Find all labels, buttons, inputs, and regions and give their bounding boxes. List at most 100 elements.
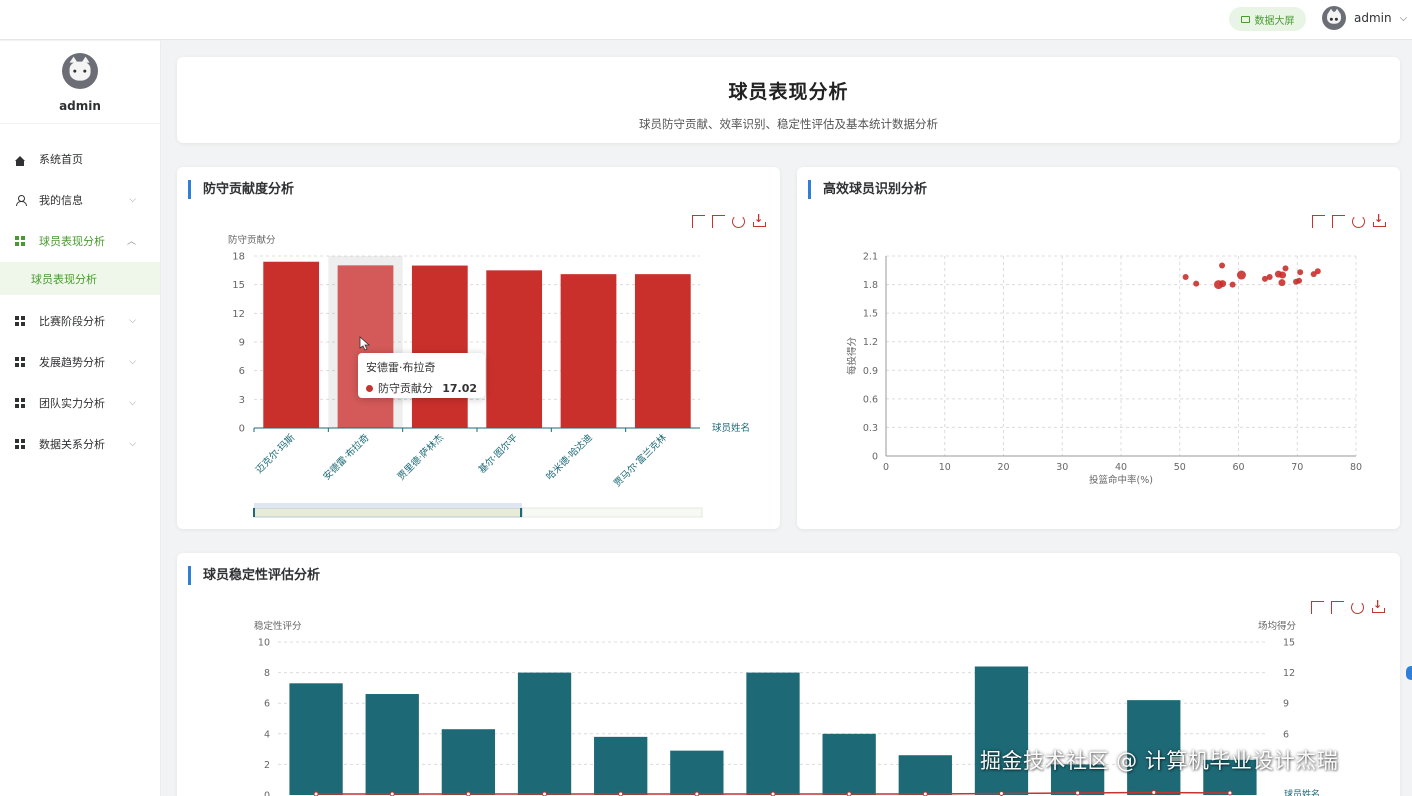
y-axis-label: 防守贡献分	[228, 234, 276, 246]
scatter-point	[1193, 280, 1200, 287]
y-tick-label: 0.3	[863, 423, 878, 434]
y-tick-label: 6	[264, 699, 270, 710]
line-point	[1227, 790, 1233, 796]
scatter-point	[1219, 262, 1226, 269]
watermark: 掘金技术社区 @ 计算机毕业设计杰瑞	[980, 749, 1339, 773]
x-tick-label: 贾马尔·富兰克林	[611, 431, 669, 489]
x-axis-label: 投篮命中率(%)	[1089, 474, 1153, 486]
scatter-point	[1278, 279, 1286, 287]
bar	[411, 265, 468, 428]
charts-layer: 0369121518防守贡献分迈克尔·玛斯 安德雷·布拉奇 贾里德·萨林杰 基尔·图尔…	[228, 234, 1362, 796]
scatter-point	[1229, 281, 1236, 288]
y-tick-label: 1.8	[863, 280, 878, 291]
y-tick-label: 0	[239, 424, 245, 435]
line-point	[1075, 790, 1081, 796]
y-tick-label: 0.9	[863, 366, 878, 377]
scatter-point	[1219, 280, 1227, 288]
line-point	[998, 790, 1004, 796]
datazoom-left-handle	[253, 508, 255, 517]
x-tick-label: 安德雷·布拉奇	[321, 431, 372, 482]
y-tick-label: 9	[239, 338, 245, 349]
bar	[441, 729, 496, 795]
datazoom-window	[253, 507, 523, 518]
line-point	[618, 791, 624, 796]
datazoom-right-handle	[520, 508, 522, 517]
scatter-point	[1282, 265, 1289, 272]
y-right-tick-label: 12	[1283, 668, 1295, 679]
y-tick-label: 0.6	[863, 394, 878, 405]
y-tick-label: 0	[872, 452, 878, 463]
x-tick-label: 基尔·图尔平	[476, 431, 521, 476]
tooltip-series: 防守贡献分	[378, 382, 433, 395]
x-tick-label: 20	[997, 462, 1009, 473]
line-point	[389, 791, 395, 796]
x-tick-label: 30	[1056, 462, 1068, 473]
bar	[560, 274, 617, 428]
bar	[289, 683, 343, 795]
line-point	[846, 791, 852, 796]
bar	[263, 261, 320, 428]
scatter-point	[1266, 273, 1273, 280]
line-point	[465, 791, 471, 796]
line-point	[694, 791, 700, 796]
line-point	[922, 791, 928, 796]
bar	[365, 694, 419, 795]
y-axis-label: 每投得分	[846, 337, 858, 376]
x-axis-label: 球员姓名	[1284, 788, 1320, 796]
line-point	[1151, 789, 1157, 795]
scatter-point	[1236, 270, 1246, 280]
y-tick-label: 15	[232, 280, 245, 291]
bar	[517, 672, 572, 795]
chart-tooltip: 安德雷·布拉奇 防守贡献分 17.02	[358, 353, 485, 398]
tooltip-title: 安德雷·布拉奇	[366, 361, 436, 374]
tooltip-value: 17.02	[442, 381, 477, 395]
y-right-tick-label: 9	[1283, 699, 1289, 710]
y-tick-label: 12	[232, 309, 245, 320]
bar	[974, 666, 1029, 795]
bar	[486, 270, 543, 428]
x-axis-label: 球员姓名	[712, 422, 750, 434]
y-tick-label: 6	[239, 366, 245, 377]
x-tick-label: 40	[1115, 462, 1127, 473]
y-tick-label: 0	[264, 791, 270, 796]
x-tick-label: 80	[1350, 462, 1362, 473]
bar	[670, 750, 724, 795]
y-tick-label: 2	[264, 760, 270, 771]
bar	[634, 274, 691, 428]
y-right-tick-label: 15	[1283, 638, 1295, 649]
y-tick-label: 2.1	[863, 252, 878, 263]
scatter-point	[1297, 269, 1304, 276]
y-tick-label: 8	[264, 668, 270, 679]
line-point	[313, 791, 319, 796]
bar	[746, 672, 800, 795]
y-tick-label: 4	[264, 729, 270, 740]
y-tick-label: 1.2	[863, 337, 878, 348]
x-tick-label: 迈克尔·玛斯	[253, 431, 298, 476]
y-right-axis-label: 场均得分	[1258, 620, 1297, 632]
side-float-handle[interactable]	[1406, 666, 1412, 680]
scatter-point	[1182, 273, 1189, 280]
scatter-point	[1296, 277, 1303, 284]
line-point	[770, 791, 776, 796]
x-tick-label: 贾里德·萨林杰	[395, 431, 446, 482]
bar	[898, 755, 952, 795]
y-tick-label: 18	[232, 252, 245, 263]
y-tick-label: 10	[258, 638, 270, 649]
scatter-point	[1314, 268, 1321, 275]
x-tick-label: 哈米德·哈达迪	[544, 431, 595, 482]
y-tick-label: 1.5	[863, 309, 878, 320]
y-axis-label: 稳定性评分	[254, 620, 302, 632]
bar	[822, 733, 876, 795]
y-tick-label: 3	[239, 395, 245, 406]
scatter-point	[1279, 271, 1287, 279]
series-dot-icon	[366, 384, 373, 392]
y-right-tick-label: 6	[1283, 729, 1289, 740]
x-tick-label: 10	[939, 462, 951, 473]
x-tick-label: 60	[1232, 462, 1244, 473]
x-tick-label: 70	[1291, 462, 1303, 473]
x-tick-label: 50	[1174, 462, 1186, 473]
datazoom-handle-bar	[254, 503, 522, 508]
x-tick-label: 0	[883, 462, 889, 473]
bar	[594, 736, 648, 795]
line-point	[542, 791, 548, 796]
